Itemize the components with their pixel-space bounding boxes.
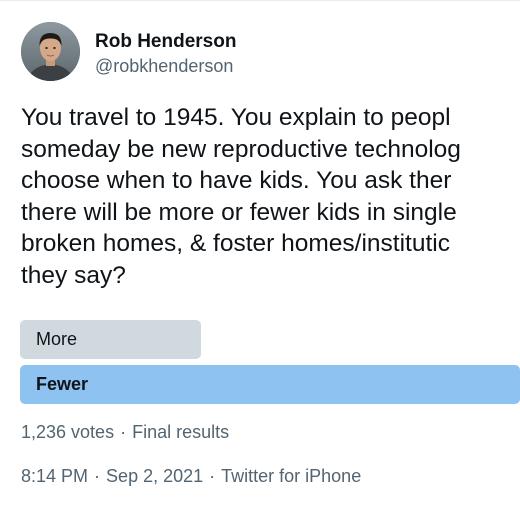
tweet-time[interactable]: 8:14 PM [21, 466, 88, 486]
author-handle[interactable]: @robkhenderson [95, 56, 233, 77]
avatar[interactable] [21, 22, 80, 81]
tweet-text-line: You travel to 1945. You explain to peopl [21, 104, 451, 131]
poll-option-more: More [20, 320, 201, 359]
poll-vote-count: 1,236 votes [21, 422, 115, 442]
tweet-text-line: choose when to have kids. You ask ther [21, 167, 452, 194]
poll-option-label: Fewer [36, 374, 89, 394]
poll-summary: 1,236 votes · Final results [21, 422, 229, 443]
author-display-name[interactable]: Rob Henderson [95, 31, 236, 53]
separator-dot: · [120, 422, 127, 442]
separator-dot: · [94, 466, 101, 486]
tweet-source[interactable]: Twitter for iPhone [221, 466, 361, 486]
poll-option-label: More [36, 329, 78, 349]
poll-option-fewer: Fewer [20, 365, 520, 404]
poll-status: Final results [132, 422, 230, 442]
tweet-text-line: someday be new reproductive technolog [21, 135, 461, 163]
tweet-text-line: they say? [21, 261, 126, 289]
tweet-text-line: broken homes, & foster homes/institutic [21, 230, 450, 257]
tweet-date[interactable]: Sep 2, 2021 [106, 466, 203, 486]
avatar-photo-icon [21, 22, 80, 81]
tweet-card: Rob Henderson @robkhenderson You travel … [0, 0, 520, 520]
separator-dot: · [209, 466, 216, 486]
tweet-text-line: there will be more or fewer kids in sing… [21, 198, 457, 226]
tweet-text: You travel to 1945. You explain to peopl… [21, 102, 520, 291]
tweet-timestamp: 8:14 PM · Sep 2, 2021 · Twitter for iPhone [21, 466, 361, 487]
